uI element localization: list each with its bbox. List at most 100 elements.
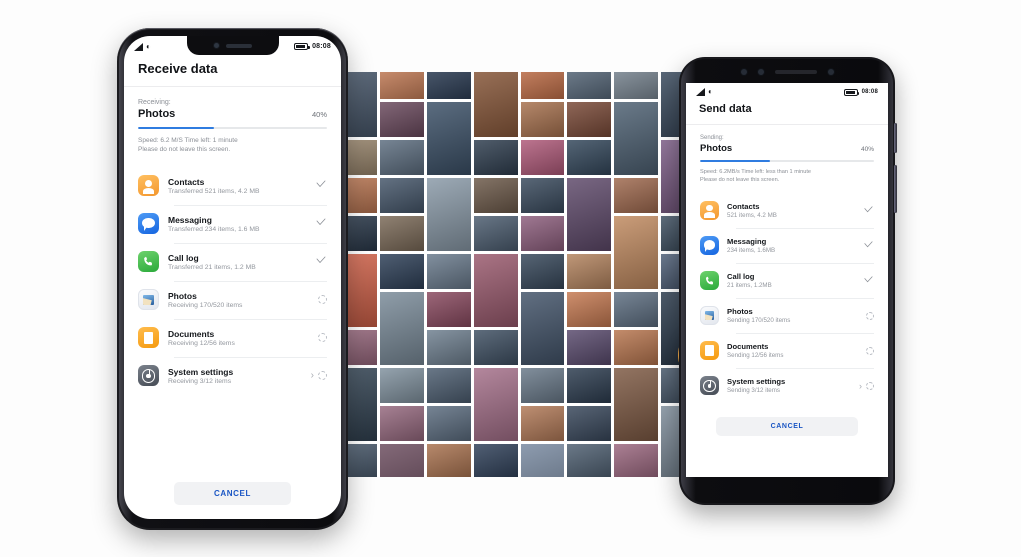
list-item-text: Call log 21 items, 1.2MB <box>727 272 842 290</box>
list-item-subtitle: Sending 3/12 items <box>727 387 780 395</box>
collage-photo-tile <box>567 102 612 137</box>
list-item-title: Photos <box>168 290 197 301</box>
progress-bar-track <box>700 160 874 162</box>
transfer-list-item[interactable]: Messaging 234 items, 1.6MB <box>700 228 874 263</box>
collage-photo-tile <box>520 368 565 403</box>
transfer-list-item[interactable]: Call log 21 items, 1.2MB <box>700 263 874 298</box>
collage-photo-tile <box>379 102 424 137</box>
transfer-list-item[interactable]: Contacts Transferred 521 items, 4.2 MB <box>138 167 327 205</box>
cancel-button-wrap: CANCEL <box>174 482 291 505</box>
collage-photo-tile <box>614 178 659 213</box>
checkmark-icon <box>315 253 327 271</box>
collage-photo-tile <box>473 330 518 365</box>
list-item-title: Messaging <box>727 236 767 246</box>
battery-icon <box>843 88 860 96</box>
collage-photo-tile <box>473 254 518 327</box>
collage-photo-tile <box>426 330 471 365</box>
collage-photo-tile <box>520 406 565 441</box>
transfer-progress: Sending: Photos 40% Speed: 6.2MB/s Time … <box>686 125 888 184</box>
chevron-right-icon[interactable]: › <box>311 370 314 381</box>
transfer-list-item[interactable]: Photos Receiving 170/520 items <box>138 280 327 319</box>
list-item-status <box>301 333 327 343</box>
transfer-list-item[interactable]: Call log Transferred 21 items, 1.2 MB <box>138 242 327 281</box>
status-bar: ◐ 08:08 <box>686 83 888 99</box>
photos-icon <box>700 306 719 326</box>
power-button[interactable] <box>894 165 897 213</box>
collage-photo-tile <box>426 102 471 175</box>
collage-photo-tile <box>379 72 424 99</box>
list-item-subtitle: 234 items, 1.6MB <box>727 247 776 255</box>
collage-photo-tile <box>473 444 518 477</box>
earpiece-speaker <box>774 70 817 74</box>
wifi-icon: ◐ <box>708 87 713 96</box>
checkmark-icon <box>863 237 874 255</box>
page-title: Send data <box>699 103 752 115</box>
transfer-item-list: Contacts Transferred 521 items, 4.2 MB Mes… <box>124 167 341 395</box>
transfer-list-item[interactable]: Photos Sending 170/520 items <box>700 298 874 333</box>
list-item-status <box>850 272 874 290</box>
volume-button[interactable] <box>894 123 897 153</box>
list-item-status <box>301 215 327 233</box>
transfer-list-item[interactable]: System settings Sending 3/12 items › <box>700 368 874 403</box>
progress-bar-fill <box>138 127 214 129</box>
list-item-text: Messaging Transferred 234 items, 1.6 MB <box>168 215 292 234</box>
collage-photo-tile <box>567 444 612 477</box>
collage-photo-tile <box>345 140 377 175</box>
progress-bar-fill <box>700 160 770 162</box>
list-item-text: Call log Transferred 21 items, 1.2 MB <box>168 253 292 272</box>
loading-spinner-icon <box>866 346 874 355</box>
light-sensor-icon <box>827 69 834 75</box>
transfer-progress: Receiving: Photos 40% Speed: 6.2 M/S Tim… <box>124 87 341 155</box>
transfer-list-item[interactable]: Contacts 521 items, 4.2 MB <box>700 193 874 228</box>
collage-photo-tile <box>520 72 565 99</box>
list-item-title: Call log <box>727 271 755 281</box>
list-item-subtitle: Receiving 170/520 items <box>168 302 243 310</box>
collage-photo-tile <box>614 72 659 99</box>
receiving-phone: ◐ 08:08 Receive data Receiving: Photos 4… <box>117 28 348 530</box>
collage-photo-tile <box>426 292 471 327</box>
collage-photo-tile <box>426 178 471 251</box>
collage-photo-tile <box>473 140 518 175</box>
collage-photo-tile <box>379 444 424 477</box>
chevron-right-icon[interactable]: › <box>859 381 862 391</box>
transfer-list-item[interactable]: System settings Receiving 3/12 items › <box>138 356 327 395</box>
list-item-subtitle: Transferred 521 items, 4.2 MB <box>168 188 260 196</box>
signal-bars-icon <box>134 42 143 51</box>
collage-photo-tile <box>520 254 565 289</box>
list-item-text: Documents Sending 12/56 items <box>727 342 842 360</box>
collage-grid <box>345 72 685 477</box>
documents-icon <box>700 341 719 361</box>
checkmark-icon <box>863 202 874 220</box>
progress-percent: 40% <box>860 146 874 153</box>
collage-photo-tile <box>520 216 565 251</box>
collage-photo-tile <box>614 368 659 441</box>
transfer-list-item[interactable]: Documents Receiving 12/56 items <box>138 318 327 357</box>
cancel-button[interactable]: CANCEL <box>174 482 291 505</box>
collage-photo-tile <box>473 178 518 213</box>
list-item-title: System settings <box>168 366 234 377</box>
progress-warning: Please do not leave this screen. <box>138 146 231 154</box>
collage-photo-tile <box>520 292 565 365</box>
scene-root: ◐ 08:08 Receive data Receiving: Photos 4… <box>0 0 1021 557</box>
front-camera-icon <box>740 69 747 75</box>
collage-photo-tile <box>426 368 471 403</box>
loading-spinner-icon <box>866 381 874 390</box>
collage-photo-tile <box>520 102 565 137</box>
transfer-list-item[interactable]: Documents Sending 12/56 items <box>700 333 874 368</box>
contacts-icon <box>700 201 719 221</box>
cancel-button[interactable]: CANCEL <box>716 417 858 437</box>
collage-photo-tile <box>473 216 518 251</box>
checkmark-icon <box>315 177 327 195</box>
list-item-subtitle: Sending 170/520 items <box>727 317 791 325</box>
checkmark-icon <box>863 272 874 290</box>
status-bar-time: 08:08 <box>312 43 331 50</box>
collage-photo-tile <box>426 444 471 477</box>
collage-photo-tile <box>567 406 612 441</box>
list-item-subtitle: Sending 12/56 items <box>727 352 784 360</box>
collage-photo-tile <box>379 216 424 251</box>
system-settings-icon <box>138 365 159 387</box>
collage-photo-tile <box>379 406 424 441</box>
progress-percent: 40% <box>311 110 327 119</box>
list-item-text: Contacts 521 items, 4.2 MB <box>727 202 842 220</box>
transfer-list-item[interactable]: Messaging Transferred 234 items, 1.6 MB <box>138 204 327 243</box>
